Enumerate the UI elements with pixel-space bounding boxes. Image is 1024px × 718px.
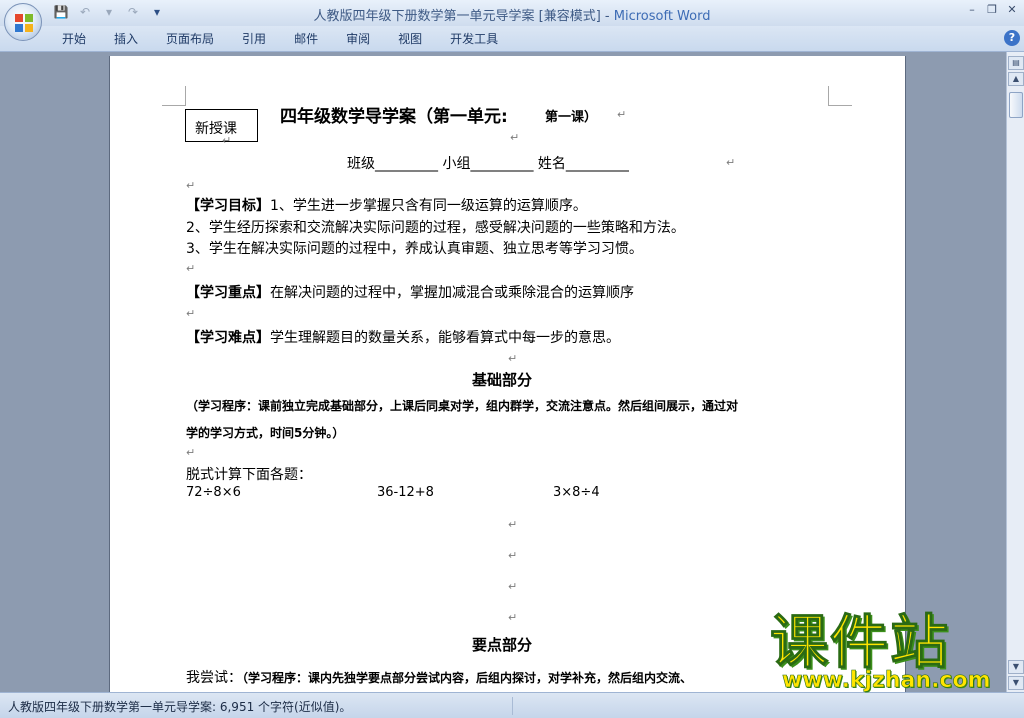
ribbon-tab-bar: 开始 插入 页面布局 引用 邮件 审阅 视图 开发工具 ? [0, 26, 1024, 52]
section-key-title: 要点部分 [472, 636, 533, 654]
difficulty-line: 【学习难点】学生理解题目的数量关系，能够看算式中每一步的意思。 [186, 327, 620, 347]
section-basic-title: 基础部分 [472, 371, 533, 389]
key-label: 【学习重点】 [186, 285, 270, 301]
para-mark: ↵ [726, 156, 736, 169]
vertical-scrollbar[interactable]: ▤ ▲ ▼ ▼ [1006, 52, 1024, 692]
para-mark: ↵ [508, 549, 518, 562]
office-logo-icon [15, 14, 33, 32]
scroll-up-icon[interactable]: ▲ [1008, 72, 1024, 86]
para-mark: ↵ [508, 611, 518, 624]
procedure-line-1: （学习程序：课前独立完成基础部分，上课后同桌对学，组内群学，交流注意点。然后组间… [186, 399, 739, 413]
scrollbar-thumb[interactable] [1009, 92, 1023, 118]
learning-goal-line: 【学习目标】1、学生进一步掌握只含有同一级运算的运算顺序。 [186, 195, 587, 215]
scroll-down-icon[interactable]: ▼ [1008, 660, 1024, 674]
calc-problem-2: 36-12+8 [377, 485, 434, 500]
watermark-url: www.kjzhan.com [782, 668, 991, 694]
calc-problem-3: 3×8÷4 [553, 485, 600, 500]
status-bar: 人教版四年级下册数学第一单元导学案: 6,951 个字符(近似值)。 [0, 692, 1024, 718]
tab-review[interactable]: 审阅 [336, 30, 380, 48]
procedure-line-2: 学的学习方式，时间5分钟。） [186, 426, 345, 440]
para-mark: ↵ [508, 580, 518, 593]
para-mark: ↵ [510, 131, 520, 144]
office-button[interactable] [4, 3, 42, 41]
para-mark: ↵ [186, 446, 196, 459]
ruler-toggle-icon[interactable]: ▤ [1008, 56, 1024, 70]
restore-icon[interactable]: ❐ [986, 3, 998, 16]
para-mark: ↵ [222, 134, 232, 147]
calc-title: 脱式计算下面各题： [186, 467, 312, 483]
tab-references[interactable]: 引用 [232, 30, 276, 48]
status-separator [512, 697, 513, 715]
para-mark: ↵ [508, 518, 518, 531]
margin-corner-top-right [828, 86, 852, 106]
document-title: 人教版四年级下册数学第一单元导学案 [兼容模式] [313, 9, 601, 24]
try-label: 我尝试： [186, 670, 242, 686]
window-title: 人教版四年级下册数学第一单元导学案 [兼容模式] - Microsoft Wor… [0, 5, 1024, 24]
diff-label: 【学习难点】 [186, 330, 270, 346]
para-mark: ↵ [617, 108, 627, 121]
minimize-icon[interactable]: – [966, 3, 978, 16]
status-text: 人教版四年级下册数学第一单元导学案: 6,951 个字符(近似值)。 [8, 700, 352, 714]
tab-page-layout[interactable]: 页面布局 [156, 30, 224, 48]
heading-sub: 第一课） [545, 110, 598, 125]
title-bar: 💾 ↶ ▾ ↷ ▾ 人教版四年级下册数学第一单元导学案 [兼容模式] - Mic… [0, 0, 1024, 26]
heading-main: 四年级数学导学案（第一单元: [280, 107, 508, 127]
tab-insert[interactable]: 插入 [104, 30, 148, 48]
para-mark: ↵ [186, 179, 196, 192]
app-name: Microsoft Word [613, 9, 711, 24]
tab-mailings[interactable]: 邮件 [284, 30, 328, 48]
document-page[interactable]: 新授课 ↵ 四年级数学导学案（第一单元: 第一课） ↵ ↵ 班级________… [110, 56, 905, 692]
key-point-line: 【学习重点】在解决问题的过程中，掌握加减混合或乘除混合的运算顺序 [186, 282, 634, 302]
watermark-main-text: 课件站 [769, 608, 951, 676]
key-text: 在解决问题的过程中，掌握加减混合或乘除混合的运算顺序 [270, 285, 634, 301]
next-page-icon[interactable]: ▼ [1008, 676, 1024, 690]
tab-view[interactable]: 视图 [388, 30, 432, 48]
tab-developer[interactable]: 开发工具 [440, 30, 508, 48]
goal-1: 1、学生进一步掌握只含有同一级运算的运算顺序。 [270, 198, 587, 214]
para-mark: ↵ [508, 352, 518, 365]
document-area: 新授课 ↵ 四年级数学导学案（第一单元: 第一课） ↵ ↵ 班级________… [0, 52, 1006, 692]
window-controls: – ❐ ✕ [966, 3, 1018, 16]
try-text: （学习程序：课内先独学要点部分尝试内容，后组内探讨，对学补充，然后组内交流、 [242, 671, 693, 685]
para-mark: ↵ [186, 262, 196, 275]
close-icon[interactable]: ✕ [1006, 3, 1018, 16]
title-separator: - [600, 9, 614, 24]
help-icon[interactable]: ? [1004, 30, 1020, 46]
try-line: 我尝试：（学习程序：课内先独学要点部分尝试内容，后组内探讨，对学补充，然后组内交… [186, 667, 692, 687]
goal-2: 2、学生经历探索和交流解决实际问题的过程，感受解决问题的一些策略和方法。 [186, 220, 685, 236]
diff-text: 学生理解题目的数量关系，能够看算式中每一步的意思。 [270, 330, 620, 346]
calc-problem-1: 72÷8×6 [186, 485, 241, 500]
tab-home[interactable]: 开始 [52, 30, 96, 48]
goal-3: 3、学生在解决实际问题的过程中，养成认真审题、独立思考等学习习惯。 [186, 241, 643, 257]
watermark-logo: 课件站 www.kjzhan.com [769, 608, 1010, 694]
goal-label: 【学习目标】 [186, 198, 270, 214]
class-group-name-line: 班级_________ 小组_________ 姓名_________ [347, 156, 629, 172]
para-mark: ↵ [186, 307, 196, 320]
margin-corner-top-left [162, 86, 186, 106]
